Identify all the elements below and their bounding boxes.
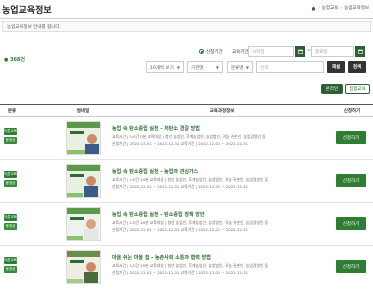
course-title[interactable]: 농업 속 탄소중립 실천 - 농업과 관심가스: [112, 168, 198, 175]
course-meta-period: 신청기간 | 2022-12-01 ~ 2022-12-31 교육기간 | 20…: [112, 227, 248, 232]
course-meta-time: 교육시간 | 1시간 10분 교육대상 | 청년 농업인, 후계농업인, 농업법…: [112, 177, 269, 182]
table-header: 분류 썸네일 교육과정정보 신청하기: [0, 104, 373, 117]
category-select[interactable]: 분류명 ▼: [227, 61, 253, 73]
intro-text: 농업교육정보 안내를 합니다.: [7, 25, 61, 30]
start-date-calendar-button[interactable]: [295, 46, 305, 57]
page-title: 농업교육정보: [2, 6, 52, 16]
row-badges: 이론교육 동영상: [4, 257, 17, 273]
table-row: 이론교육 동영상 농업 속 탄소중립 실천 - 저탄소 경갈 방법 교육시간 |…: [0, 117, 373, 160]
title-divider: [0, 18, 373, 19]
course-thumbnail[interactable]: [66, 121, 101, 155]
course-title[interactable]: 마을 쉬는 마을 집 - 농촌사회 소통과 협력 방법: [112, 254, 211, 261]
chevron-down-icon: ▼: [215, 65, 219, 70]
category-select-value: 분류명: [231, 66, 244, 71]
badge-video: 동영상: [4, 266, 17, 273]
page-header: 농업교육정보 › 농업교육 › 농업교육정보: [0, 0, 373, 18]
breadcrumb-item-current: 농업교육정보: [344, 6, 369, 11]
course-title[interactable]: 농업 속 탄소중립 실천 - 저탄소 경갈 방법: [112, 125, 200, 132]
calendar-icon: [297, 49, 303, 54]
end-date-input[interactable]: 종료일: [311, 46, 354, 57]
breadcrumb-item-edu[interactable]: 농업교육: [322, 5, 339, 11]
home-icon[interactable]: [311, 6, 316, 11]
row-badges: 이론교육 동영상: [4, 128, 17, 144]
course-meta-time: 교육시간 | 1시간 40분 교육대상 | 청년 농업인, 후계농업인, 농업법…: [112, 220, 269, 225]
radio-edu-period-label[interactable]: 교육기간: [232, 49, 249, 55]
column-header-apply: 신청하기: [343, 109, 361, 114]
table-row: 이론교육 동영상 마을 쉬는 마을 집 - 농촌사회 소통과 협력 방법 교육시…: [0, 246, 373, 289]
reset-button[interactable]: 재설: [327, 61, 345, 73]
search-filter-row: 10개씩 보기 ▼ 기관명 ▼ 분류명 ▼ 검색 재설 검색: [0, 61, 373, 74]
badge-theory: 이론교육: [4, 257, 17, 264]
row-badges: 이론교육 동영상: [4, 171, 17, 187]
view-toggle: 온라인 집합교육: [0, 84, 373, 94]
breadcrumb-separator-icon: ›: [340, 5, 343, 11]
tab-offline[interactable]: 집합교육: [345, 84, 370, 94]
page-size-select[interactable]: 10개씩 보기 ▼: [146, 61, 184, 73]
org-select[interactable]: 기관명 ▼: [187, 61, 223, 73]
badge-theory: 이론교육: [4, 171, 17, 178]
row-badges: 이론교육 동영상: [4, 214, 17, 230]
apply-button[interactable]: 신청하기: [336, 260, 366, 273]
start-date-input[interactable]: 시작일: [248, 46, 294, 57]
course-meta-period: 신청기간 | 2022-12-01 ~ 2022-12-31 교육기간 | 20…: [112, 141, 248, 146]
table-row: 이론교육 동영상 농업 속 탄소중립 실천 - 농업과 관심가스 교육시간 | …: [0, 160, 373, 203]
breadcrumb: › 농업교육 › 농업교육정보: [311, 5, 369, 11]
search-button[interactable]: 검색: [348, 61, 366, 73]
intro-box: 농업교육정보 안내를 합니다.: [2, 21, 371, 32]
calendar-icon: [357, 49, 363, 54]
thumbnail-image: [67, 122, 100, 154]
badge-theory: 이론교육: [4, 128, 17, 135]
breadcrumb-separator-icon: ›: [317, 5, 320, 11]
course-thumbnail[interactable]: [66, 250, 101, 284]
thumbnail-image: [67, 208, 100, 240]
radio-apply-period[interactable]: [199, 49, 204, 54]
column-header-category: 분류: [7, 109, 17, 114]
course-meta-period: 신청기간 | 2022-12-01 ~ 2022-12-31 교육기간 | 20…: [112, 184, 248, 189]
radio-apply-period-label: 신청기간: [206, 50, 223, 55]
chevron-down-icon: ▼: [176, 65, 180, 70]
course-meta-period: 신청기간 | 2022-12-01 ~ 2022-12-31 교육기간 | 20…: [112, 270, 248, 275]
apply-button[interactable]: 신청하기: [336, 174, 366, 187]
course-title[interactable]: 농업 속 탄소중립 실천 - 탄소중립 정책 방안: [112, 211, 204, 218]
thumbnail-image: [67, 251, 100, 283]
column-header-info: 교육과정정보: [209, 109, 235, 114]
chevron-down-icon: ▼: [245, 65, 249, 70]
badge-video: 동영상: [4, 180, 17, 187]
course-meta-time: 교육시간 | 1시간 55분 교육대상 | 청년 농업인, 후계농업인, 농업법…: [112, 263, 269, 268]
end-date-calendar-button[interactable]: [355, 46, 365, 57]
course-meta-time: 교육시간 | 1시간 0분 교육대상 | 청년 농업인, 후계농업인, 농업법인…: [112, 134, 266, 139]
course-thumbnail[interactable]: [66, 207, 101, 241]
tab-online[interactable]: 온라인: [321, 84, 343, 94]
date-filter-row: 신청기간 교육기간 시작일 ~ 종료일: [0, 45, 373, 59]
badge-video: 동영상: [4, 223, 17, 230]
thumbnail-image: [67, 165, 100, 197]
table-row: 이론교육 동영상 농업 속 탄소중립 실천 - 탄소중립 정책 방안 교육시간 …: [0, 203, 373, 246]
page-size-value: 10개씩 보기: [150, 66, 174, 71]
course-thumbnail[interactable]: [66, 164, 101, 198]
org-select-value: 기관명: [191, 66, 204, 71]
apply-button[interactable]: 신청하기: [336, 131, 366, 144]
badge-theory: 이론교육: [4, 214, 17, 221]
apply-button[interactable]: 신청하기: [336, 217, 366, 230]
badge-video: 동영상: [4, 137, 17, 144]
search-input[interactable]: 검색: [256, 61, 324, 73]
column-header-thumbnail: 썸네일: [76, 109, 90, 114]
